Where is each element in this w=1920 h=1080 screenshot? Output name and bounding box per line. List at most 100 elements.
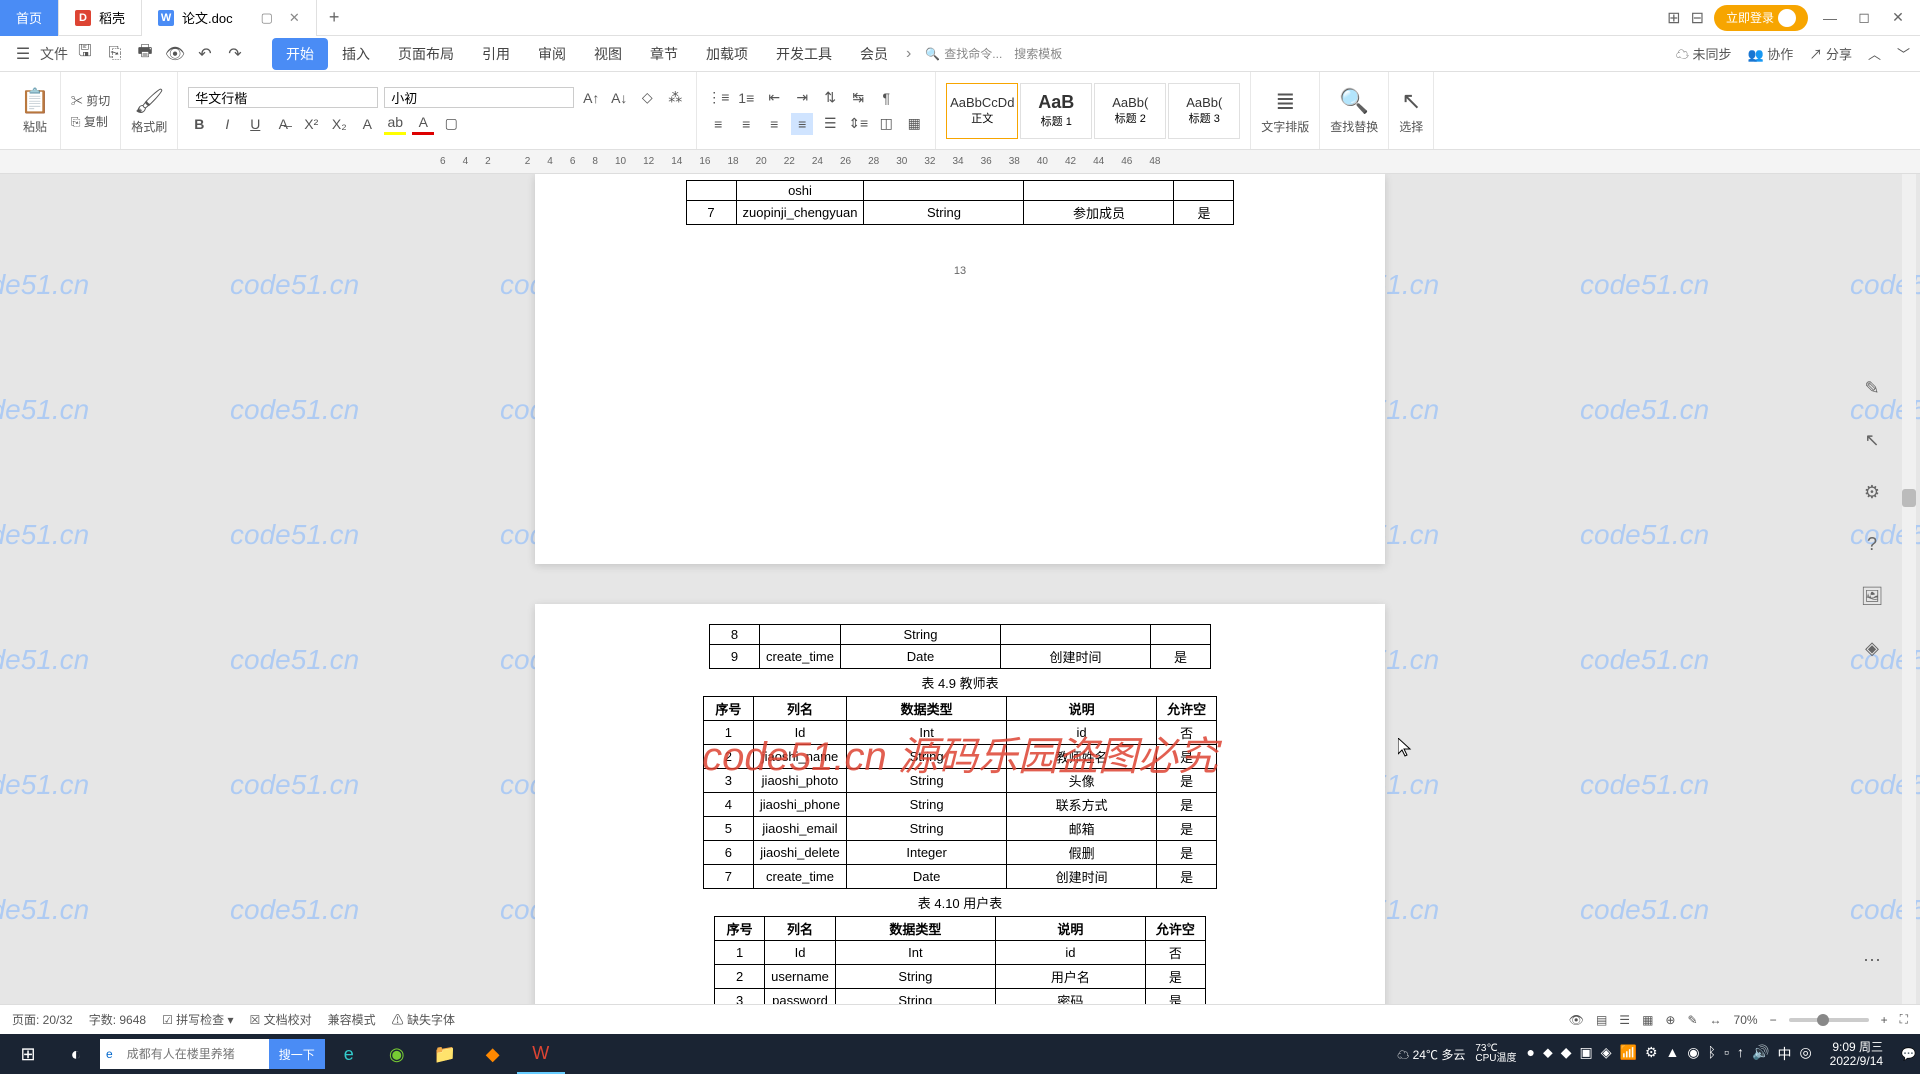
volume-icon[interactable]: 🔊 <box>1752 1044 1769 1064</box>
tray-icon[interactable]: ↑ <box>1737 1044 1744 1064</box>
tab-close-icon[interactable]: ✕ <box>289 10 300 26</box>
fit-width-icon[interactable]: ↔ <box>1710 1013 1722 1027</box>
ribbon-tab[interactable]: 开始 <box>272 38 328 70</box>
sort-icon[interactable]: ⇅ <box>819 87 841 109</box>
app-icon[interactable]: ◆ <box>469 1034 517 1074</box>
tab-daoke[interactable]: D 稻壳 <box>59 0 142 36</box>
outline-view-icon[interactable]: ☰ <box>1619 1013 1630 1027</box>
text-layout-button[interactable]: ≣文字排版 <box>1261 87 1309 135</box>
phonetic-icon[interactable]: ⁂ <box>664 87 686 109</box>
numbering-icon[interactable]: 1≡ <box>735 87 757 109</box>
image-icon[interactable]: 🖼 <box>1858 582 1886 610</box>
ribbon-tab[interactable]: 章节 <box>636 38 692 70</box>
tray-icon[interactable]: ▲ <box>1666 1044 1680 1064</box>
file-menu[interactable]: 文件 <box>40 41 68 67</box>
tray-icon[interactable]: ▣ <box>1580 1044 1593 1064</box>
undo-icon[interactable]: ↶ <box>192 41 218 67</box>
hamburger-icon[interactable]: ☰ <box>10 41 36 67</box>
tray-icon[interactable]: ◆ <box>1561 1044 1572 1064</box>
style-item[interactable]: AaBb(标题 3 <box>1168 83 1240 139</box>
ruler[interactable]: 6422468101214161820222426283032343638404… <box>0 150 1920 174</box>
zoom-out-button[interactable]: − <box>1770 1013 1777 1027</box>
increase-indent-icon[interactable]: ⇥ <box>791 87 813 109</box>
copy-button[interactable]: ⎘ 复制 <box>71 113 108 130</box>
spellcheck-button[interactable]: ☑ 拼写检查 ▾ <box>162 1011 233 1028</box>
bold-button[interactable]: B <box>188 113 210 135</box>
clear-format-icon[interactable]: ◇ <box>636 87 658 109</box>
select-button[interactable]: ↖选择 <box>1399 87 1423 135</box>
tab-home[interactable]: 首页 <box>0 0 59 36</box>
page-indicator[interactable]: 页面: 20/32 <box>12 1011 73 1028</box>
bullets-icon[interactable]: ⋮≡ <box>707 87 729 109</box>
tab-document[interactable]: W 论文.doc ▢ ✕ <box>142 0 317 36</box>
align-left-icon[interactable]: ≡ <box>707 113 729 135</box>
ribbon-tab[interactable]: 开发工具 <box>762 38 846 70</box>
tray-icon[interactable]: ▫ <box>1724 1044 1729 1064</box>
ie-taskbar-icon[interactable]: e <box>325 1034 373 1074</box>
wifi-icon[interactable]: 📶 <box>1620 1044 1637 1064</box>
save-icon[interactable]: 🖫 <box>72 41 98 67</box>
share-button[interactable]: ↗ 分享 <box>1809 44 1852 63</box>
italic-button[interactable]: I <box>216 113 238 135</box>
close-button[interactable]: ✕ <box>1886 6 1910 30</box>
format-painter-button[interactable]: 🖌格式刷 <box>131 87 167 135</box>
zoom-in-button[interactable]: + <box>1881 1013 1888 1027</box>
char-border-icon[interactable]: ▢ <box>440 113 462 135</box>
cpu-temp-widget[interactable]: 73℃CPU温度 <box>1475 1044 1516 1064</box>
tab-window-icon[interactable]: ▢ <box>261 10 273 26</box>
tab-marks-icon[interactable]: ↹ <box>847 87 869 109</box>
print-icon[interactable]: 🖶 <box>132 41 158 67</box>
edit-mode-icon[interactable]: ✎ <box>1687 1013 1697 1027</box>
settings-sliders-icon[interactable]: ⚙ <box>1858 478 1886 506</box>
font-family-select[interactable] <box>188 87 378 108</box>
browser-icon[interactable]: ◉ <box>373 1034 421 1074</box>
underline-button[interactable]: U <box>244 113 266 135</box>
document-area[interactable]: code51.cncode51.cncode51.cncode51.cncode… <box>0 174 1920 1004</box>
help-icon[interactable]: ? <box>1858 530 1886 558</box>
ribbon-tab[interactable]: 引用 <box>468 38 524 70</box>
style-item[interactable]: AaBbCcDd正文 <box>946 83 1018 139</box>
line-spacing-icon[interactable]: ⇕≡ <box>847 113 869 135</box>
ribbon-tab[interactable]: 加载项 <box>692 38 762 70</box>
shading-icon[interactable]: ◫ <box>875 113 897 135</box>
cut-button[interactable]: ✂ 剪切 <box>71 92 110 109</box>
reading-view-icon[interactable]: ⊕ <box>1665 1013 1675 1027</box>
minimize-button[interactable]: — <box>1818 6 1842 30</box>
vertical-scrollbar[interactable] <box>1902 174 1916 1004</box>
ime-indicator[interactable]: 中 <box>1777 1044 1791 1064</box>
export-icon[interactable]: ⎘ <box>102 41 128 67</box>
maximize-button[interactable]: ◻ <box>1852 6 1876 30</box>
decrease-indent-icon[interactable]: ⇤ <box>763 87 785 109</box>
ribbon-tab[interactable]: 页面布局 <box>384 38 468 70</box>
borders-icon[interactable]: ▦ <box>903 113 925 135</box>
proofread-button[interactable]: ☒ 文档校对 <box>250 1011 312 1028</box>
font-color-icon[interactable]: A <box>412 113 434 135</box>
find-replace-button[interactable]: 🔍查找替换 <box>1330 87 1378 135</box>
search-button[interactable]: 搜一下 <box>269 1039 325 1069</box>
chevron-up-icon[interactable]: ︿ <box>1868 44 1881 63</box>
pen-icon[interactable]: ✎ <box>1858 374 1886 402</box>
word-count[interactable]: 字数: 9648 <box>89 1011 146 1028</box>
sync-status[interactable]: ☁ 未同步 <box>1676 44 1732 63</box>
scroll-thumb[interactable] <box>1902 489 1916 507</box>
grow-font-icon[interactable]: A↑ <box>580 87 602 109</box>
ribbon-tab[interactable]: 审阅 <box>524 38 580 70</box>
print-preview-icon[interactable]: 👁 <box>162 41 188 67</box>
superscript-icon[interactable]: X² <box>300 113 322 135</box>
search-input[interactable] <box>119 1039 269 1069</box>
distribute-icon[interactable]: ☰ <box>819 113 841 135</box>
tray-icon[interactable]: ● <box>1526 1044 1534 1064</box>
align-right-icon[interactable]: ≡ <box>763 113 785 135</box>
cortana-icon[interactable]: ◐ <box>52 1034 100 1074</box>
grid-icon[interactable]: ⊟ <box>1691 8 1704 28</box>
tray-icon[interactable]: ◎ <box>1799 1044 1811 1064</box>
style-item[interactable]: AaBb(标题 2 <box>1094 83 1166 139</box>
tab-add-button[interactable]: + <box>317 7 352 28</box>
search-box[interactable]: 🔍 查找命令... 搜索模板 <box>925 45 1062 62</box>
missing-font[interactable]: ⚠ 缺失字体 <box>392 1011 455 1028</box>
highlight-icon[interactable]: ab <box>384 113 406 135</box>
ribbon-tab[interactable]: 会员 <box>846 38 902 70</box>
taskbar-search[interactable]: e 搜一下 <box>100 1039 325 1069</box>
font-size-select[interactable] <box>384 87 574 108</box>
ribbon-tab[interactable]: 视图 <box>580 38 636 70</box>
